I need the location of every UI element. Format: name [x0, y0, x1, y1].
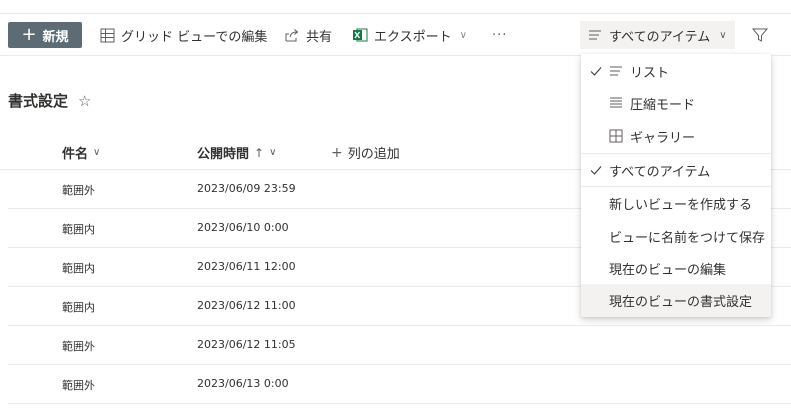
menu-item-all-items-label: すべてのアイテム [609, 165, 711, 180]
share-button[interactable]: 共有 [284, 22, 332, 48]
cell-published: 2023/06/09 23:59 [197, 182, 296, 195]
command-bar: + 新規 グリッド ビューでの編集 共有 エクスポート ∨ ··· すべてのアイ… [0, 14, 791, 56]
menu-item-compact[interactable]: 圧縮モード [581, 87, 771, 120]
view-menu: リスト 圧縮モード ギャラリー すべてのアイテム 新しいビューを作成する ビュー… [581, 54, 771, 317]
plus-icon: + [331, 144, 343, 161]
menu-item-format-view[interactable]: 現在のビューの書式設定 [581, 284, 771, 317]
cell-published: 2023/06/10 0:00 [197, 221, 289, 234]
menu-item-format-view-label: 現在のビューの書式設定 [609, 295, 753, 310]
menu-item-edit-view-label: 現在のビューの編集 [609, 263, 727, 278]
chevron-down-icon: ∨ [269, 147, 277, 158]
cell-name: 範囲内 [62, 223, 95, 236]
more-button[interactable]: ··· [492, 22, 507, 48]
share-icon [285, 28, 299, 41]
menu-item-list-label: リスト [630, 66, 670, 81]
view-lines-icon [589, 30, 601, 40]
share-label: 共有 [306, 29, 333, 45]
compact-list-icon [610, 97, 622, 108]
menu-item-gallery[interactable]: ギャラリー [581, 120, 771, 153]
more-icon: ··· [492, 27, 508, 43]
plus-icon: + [21, 24, 37, 45]
cell-name: 範囲内 [62, 301, 95, 314]
cell-published: 2023/06/13 0:00 [197, 377, 289, 390]
grid-edit-button[interactable]: グリッド ビューでの編集 [100, 22, 267, 48]
star-icon[interactable]: ☆ [78, 92, 91, 110]
sort-ascending-icon: ↑ [254, 145, 265, 160]
table-row[interactable]: 範囲外 2023/06/12 11:05 [8, 326, 791, 365]
cell-name: 範囲外 [62, 379, 95, 392]
menu-item-create-view-label: 新しいビューを作成する [609, 198, 753, 213]
menu-item-edit-view[interactable]: 現在のビューの編集 [581, 252, 771, 285]
gallery-icon [609, 129, 623, 143]
new-button[interactable]: + 新規 [8, 22, 82, 48]
cell-published: 2023/06/12 11:05 [197, 338, 296, 351]
export-button[interactable]: エクスポート ∨ [352, 22, 467, 48]
column-header-name[interactable]: 件名 ∨ [62, 143, 100, 162]
table-row[interactable]: 範囲外 2023/06/13 0:00 [8, 365, 791, 404]
check-icon [590, 166, 602, 175]
column-header-published[interactable]: 公開時間 ↑ ∨ [197, 143, 277, 163]
chevron-down-icon: ∨ [719, 29, 727, 41]
menu-item-save-as-label: ビューに名前をつけて保存 [609, 231, 766, 246]
add-column-label: 列の追加 [347, 147, 400, 162]
chevron-down-icon: ∨ [93, 147, 101, 158]
grid-edit-label: グリッド ビューでの編集 [121, 29, 268, 45]
view-selector[interactable]: すべてのアイテム ∨ [580, 21, 735, 49]
menu-item-gallery-label: ギャラリー [630, 131, 696, 146]
add-column-button[interactable]: + 列の追加 [331, 143, 400, 163]
excel-icon [353, 28, 368, 42]
new-button-label: 新規 [42, 29, 69, 45]
cell-name: 範囲内 [62, 262, 95, 275]
check-icon [590, 67, 602, 76]
column-header-name-label: 件名 [62, 147, 89, 162]
menu-item-all-items[interactable]: すべてのアイテム [581, 154, 771, 187]
page-title: 書式設定 ☆ [8, 90, 91, 111]
list-icon [610, 66, 622, 76]
grid-icon [100, 28, 115, 42]
export-label: エクスポート [374, 29, 452, 45]
cell-name: 範囲外 [62, 184, 95, 197]
menu-item-compact-label: 圧縮モード [630, 98, 696, 113]
page-title-text: 書式設定 [8, 92, 69, 110]
menu-item-create-view[interactable]: 新しいビューを作成する [581, 187, 771, 220]
menu-item-save-as[interactable]: ビューに名前をつけて保存 [581, 220, 771, 253]
cell-published: 2023/06/11 12:00 [197, 260, 296, 273]
column-header-published-label: 公開時間 [197, 147, 250, 162]
menu-item-list[interactable]: リスト [581, 55, 771, 88]
cell-published: 2023/06/12 11:00 [197, 299, 296, 312]
cell-name: 範囲外 [62, 340, 95, 353]
view-selector-label: すべてのアイテム [609, 29, 711, 45]
chevron-down-icon: ∨ [459, 29, 467, 41]
filter-icon[interactable] [750, 25, 770, 45]
